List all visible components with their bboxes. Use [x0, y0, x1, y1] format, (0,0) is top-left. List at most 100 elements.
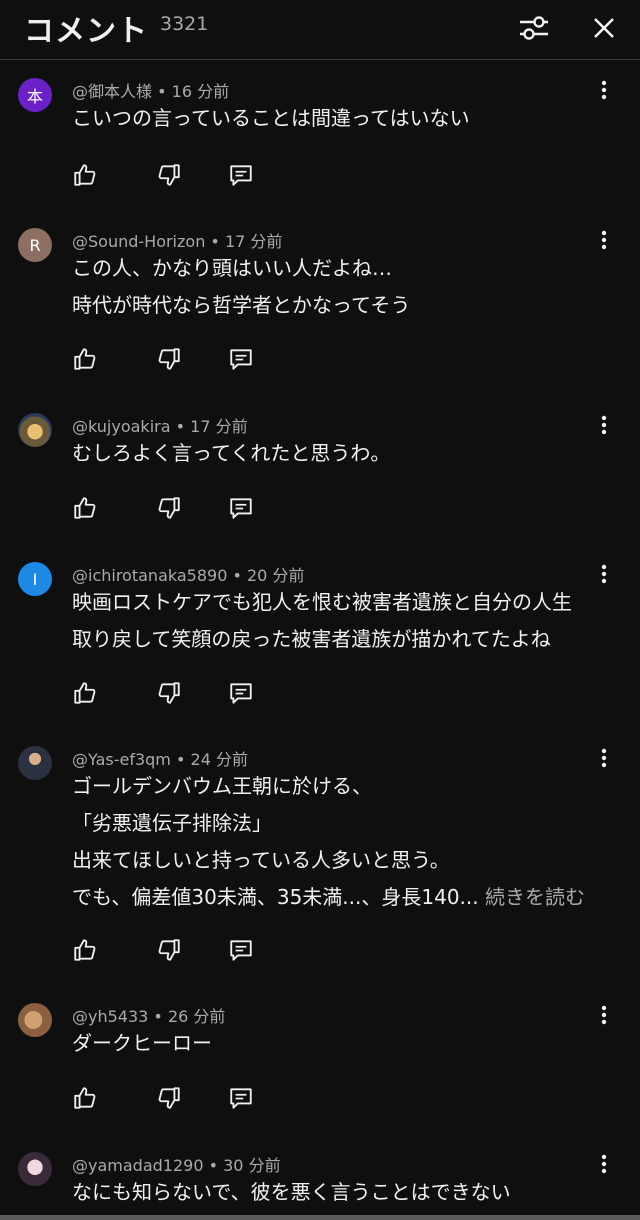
comment-line: 取り戻して笑顔の戻った被害者遺族が描かれてたよね — [72, 627, 551, 651]
comment-author[interactable]: @Sound-Horizon — [72, 232, 205, 251]
dislike-button[interactable] — [154, 1083, 184, 1113]
read-more-link[interactable]: 続きを読む — [485, 885, 585, 909]
comment-line: この人、かなり頭はいい人だよね… — [72, 256, 392, 280]
meta-separator: • — [208, 1156, 224, 1175]
panel-title: コメント — [24, 14, 148, 49]
avatar[interactable]: 本 — [18, 78, 52, 112]
meta-separator: • — [232, 566, 247, 585]
meta-separator: • — [175, 750, 191, 769]
comment-line: でも、偏差値30未満、35未満...、身長140... — [72, 885, 479, 909]
more-vert-icon — [601, 1154, 607, 1174]
more-vert-icon — [601, 1005, 607, 1025]
thumbs-up-icon — [74, 497, 96, 519]
meta-separator: • — [157, 82, 172, 101]
comment-text: なにも知らないで、彼を悪く言うことはできない — [72, 1174, 602, 1211]
reply-button[interactable] — [226, 160, 256, 190]
more-vert-icon — [601, 230, 607, 250]
avatar-letter: I — [32, 569, 38, 589]
comment-text: こいつの言っていることは間違ってはいない — [72, 100, 602, 137]
dislike-button[interactable] — [154, 935, 184, 965]
avatar-letter: 本 — [26, 87, 43, 106]
reply-icon — [230, 165, 252, 186]
thumbs-up-icon — [74, 939, 96, 961]
thumbs-down-icon — [158, 1087, 180, 1109]
avatar[interactable] — [18, 1152, 52, 1186]
comment-line: なにも知らないで、彼を悪く言うことはできない — [72, 1180, 511, 1204]
avatar[interactable] — [18, 746, 52, 780]
comment-time[interactable]: 24 分前 — [191, 750, 248, 769]
reply-button[interactable] — [226, 678, 256, 708]
filter-button[interactable] — [514, 8, 554, 48]
comment-time[interactable]: 30 分前 — [223, 1156, 280, 1175]
comments-header: コメント 3321 — [0, 0, 640, 60]
like-button[interactable] — [70, 344, 100, 374]
comment-meta: @kujyoakira • 17 分前 — [72, 413, 248, 437]
thumbs-down-icon — [158, 682, 180, 704]
comment-line: 「劣悪遺伝子排除法」 — [72, 811, 272, 835]
comment-line: 出来てほしいと持っている人多いと思う。 — [72, 848, 450, 872]
comment-line-last: でも、偏差値30未満、35未満...、身長140... 続きを読む — [72, 879, 602, 916]
dislike-button[interactable] — [154, 678, 184, 708]
comment-author[interactable]: @yh5433 — [72, 1007, 148, 1026]
close-button[interactable] — [584, 8, 624, 48]
reply-button[interactable] — [226, 1083, 256, 1113]
comment-author[interactable]: @yamadad1290 — [72, 1156, 204, 1175]
thumbs-down-icon — [158, 497, 180, 519]
comment-time[interactable]: 17 分前 — [225, 232, 282, 251]
more-vert-icon — [601, 748, 607, 768]
thumbs-up-icon — [74, 682, 96, 704]
reply-icon — [230, 498, 252, 519]
comment-author[interactable]: @御本人様 — [72, 82, 152, 101]
avatar[interactable]: I — [18, 562, 52, 596]
like-button[interactable] — [70, 493, 100, 523]
meta-separator: • — [175, 417, 191, 436]
comment-meta: @yh5433 • 26 分前 — [72, 1003, 225, 1027]
comment-line: むしろよく言ってくれたと思うわ。 — [72, 441, 391, 465]
avatar[interactable] — [18, 1003, 52, 1037]
comment-text: むしろよく言ってくれたと思うわ。 — [72, 435, 602, 472]
comment-author[interactable]: @Yas-ef3qm — [72, 750, 171, 769]
reply-button[interactable] — [226, 493, 256, 523]
thumbs-up-icon — [74, 1087, 96, 1109]
close-icon — [594, 18, 614, 38]
comment-time[interactable]: 20 分前 — [247, 566, 304, 585]
comment-author[interactable]: @ichirotanaka5890 — [72, 566, 227, 585]
meta-separator: • — [210, 232, 225, 251]
dislike-button[interactable] — [154, 160, 184, 190]
avatar[interactable] — [18, 413, 52, 447]
comment-meta: @yamadad1290 • 30 分前 — [72, 1152, 281, 1176]
more-vert-icon — [601, 415, 607, 435]
comment-line: ダークヒーロー — [72, 1031, 212, 1055]
comment-time[interactable]: 26 分前 — [168, 1007, 225, 1026]
dislike-button[interactable] — [154, 493, 184, 523]
like-button[interactable] — [70, 935, 100, 965]
comment-meta: @御本人様 • 16 分前 — [72, 78, 229, 102]
comment-author[interactable]: @kujyoakira — [72, 417, 171, 436]
comment-time[interactable]: 17 分前 — [190, 417, 247, 436]
thumbs-up-icon — [74, 164, 96, 186]
dislike-button[interactable] — [154, 344, 184, 374]
comment-line: 時代が時代なら哲学者とかなってそう — [72, 293, 411, 317]
like-button[interactable] — [70, 678, 100, 708]
reply-icon — [230, 683, 252, 704]
comment-text: ダークヒーロー — [72, 1025, 602, 1062]
like-button[interactable] — [70, 1083, 100, 1113]
more-vert-icon — [601, 80, 607, 100]
comment-meta: @Yas-ef3qm • 24 分前 — [72, 746, 248, 770]
reply-button[interactable] — [226, 344, 256, 374]
reply-icon — [230, 940, 252, 961]
thumbs-down-icon — [158, 164, 180, 186]
thumbs-down-icon — [158, 939, 180, 961]
comment-text: ゴールデンバウム王朝に於ける、 「劣悪遺伝子排除法」 出来てほしいと持っている人… — [72, 768, 602, 916]
like-button[interactable] — [70, 160, 100, 190]
comment-text: この人、かなり頭はいい人だよね… 時代が時代なら哲学者とかなってそう — [72, 250, 602, 324]
comment-count: 3321 — [160, 13, 209, 35]
avatar[interactable]: R — [18, 228, 52, 262]
comment-line: 映画ロストケアでも犯人を恨む被害者遺族と自分の人生 — [72, 590, 572, 614]
avatar-letter: R — [29, 235, 41, 255]
comment-line: こいつの言っていることは間違ってはいない — [72, 106, 470, 130]
bottom-divider — [0, 1215, 640, 1220]
comment-text: 映画ロストケアでも犯人を恨む被害者遺族と自分の人生 取り戻して笑顔の戻った被害者… — [72, 584, 602, 658]
comment-time[interactable]: 16 分前 — [172, 82, 229, 101]
reply-button[interactable] — [226, 935, 256, 965]
